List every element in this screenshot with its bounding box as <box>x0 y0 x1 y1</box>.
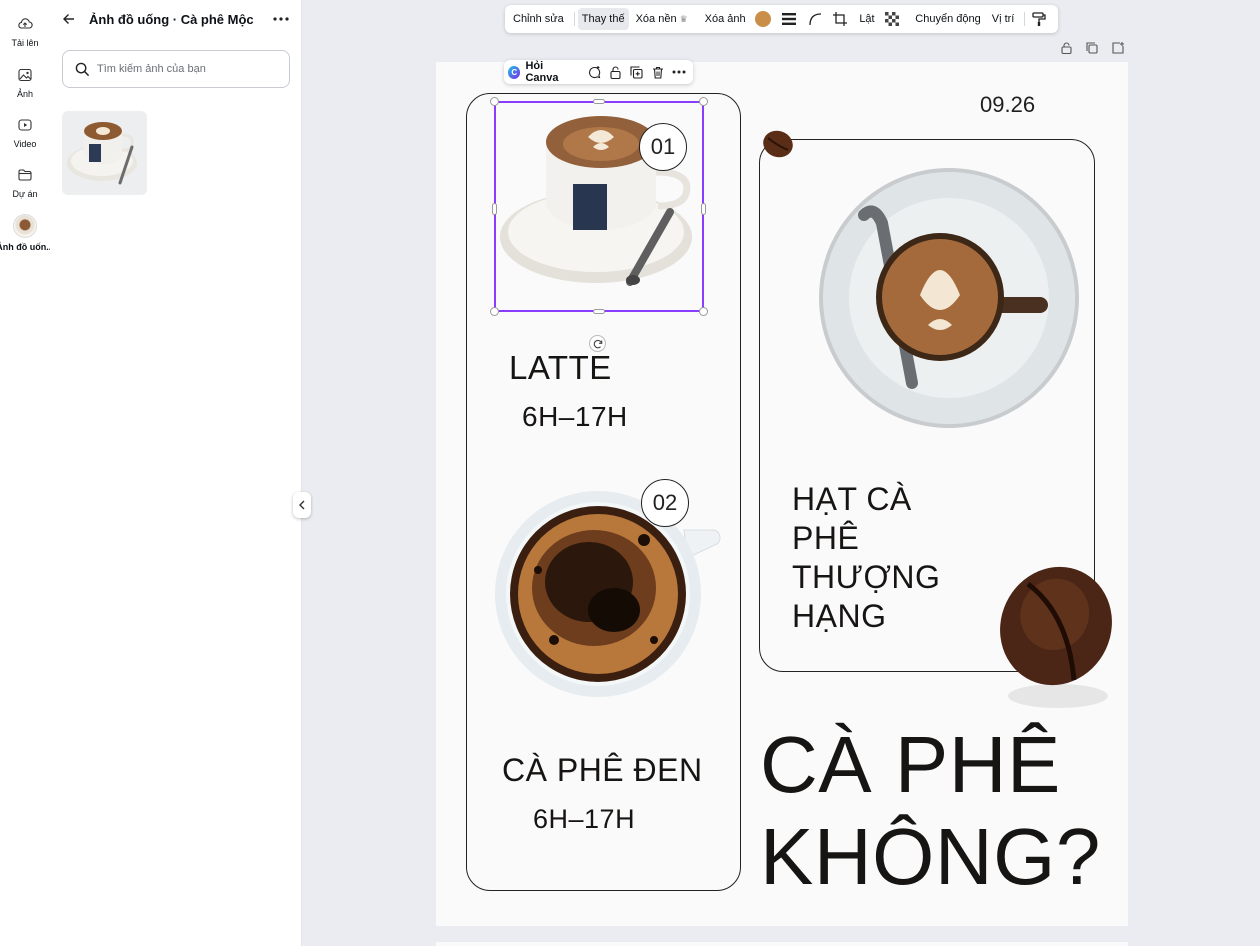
corner-rounding-icon[interactable] <box>804 8 826 30</box>
resize-handle-bl[interactable] <box>490 307 499 316</box>
ask-canva-label: Hỏi Canva <box>525 60 559 84</box>
rail-item-photos[interactable]: Ảnh <box>0 67 50 99</box>
coffee-thumbnail-icon <box>13 214 37 238</box>
rail-label: Dự án <box>12 189 38 199</box>
black-coffee-image[interactable] <box>494 490 726 698</box>
date-text[interactable]: 09.26 <box>980 92 1035 118</box>
headline-line-2: KHÔNG? <box>760 812 1101 901</box>
beans-line-4: HẠNG <box>792 598 887 634</box>
design-page[interactable]: 09.26 01 LATTE 6H–17H 02 CÀ PHÊ ĐEN 6H–1… <box>436 62 1128 926</box>
replace-button[interactable]: Thay thế <box>577 8 629 30</box>
selection-box <box>490 97 708 316</box>
collapse-panel-button[interactable] <box>293 492 311 518</box>
resize-handle-right[interactable] <box>701 203 706 215</box>
item1-name[interactable]: LATTE <box>509 349 612 387</box>
panel-header: Ảnh đồ uống · Cà phê Mộc <box>58 8 293 30</box>
left-rail: Tải lên Ảnh Video Dự án Ảnh đồ uốn... <box>0 0 54 946</box>
beans-line-3: THƯỢNG <box>792 559 941 595</box>
toolbar-divider <box>573 12 575 26</box>
toolbar-divider <box>1024 12 1026 26</box>
color-swatch-button[interactable] <box>753 8 775 30</box>
rail-label: Video <box>13 139 37 149</box>
video-icon <box>18 119 32 131</box>
resize-handle-top[interactable] <box>593 99 605 104</box>
small-coffee-bean-image[interactable] <box>760 126 796 160</box>
cappuccino-top-view-image[interactable] <box>816 165 1082 431</box>
page-actions <box>1058 40 1126 56</box>
duplicate-page-icon[interactable] <box>1084 40 1100 56</box>
edit-button[interactable]: Chỉnh sửa <box>509 8 568 30</box>
add-page-icon[interactable] <box>1110 40 1126 56</box>
context-toolbar: Chỉnh sửa Thay thế Xóa nền ♛ Xóa ảnh Lật… <box>505 5 1058 33</box>
paint-format-icon[interactable] <box>1028 8 1050 30</box>
canva-logo-icon: C <box>508 65 521 79</box>
cloud-upload-icon <box>18 18 33 29</box>
color-swatch <box>755 11 772 27</box>
rail-label: Ảnh <box>16 89 33 99</box>
rail-item-uploads[interactable]: Tải lên <box>0 16 50 48</box>
lock-icon[interactable] <box>606 62 625 82</box>
resize-handle-bottom[interactable] <box>593 309 605 314</box>
headline[interactable]: CÀ PHÊ KHÔNG? <box>760 719 1128 903</box>
crop-icon[interactable] <box>830 8 852 30</box>
large-coffee-bean-image[interactable] <box>994 564 1120 714</box>
ask-canva-button[interactable]: C Hỏi Canva <box>508 60 577 84</box>
item2-name[interactable]: CÀ PHÊ ĐEN <box>502 752 703 789</box>
search-input[interactable] <box>97 63 277 75</box>
headline-line-1: CÀ PHÊ <box>760 720 1061 809</box>
delete-image-button[interactable]: Xóa ảnh <box>701 8 750 30</box>
remove-background-label: Xóa nền <box>635 13 677 25</box>
search-box[interactable] <box>62 50 290 88</box>
badge-02[interactable]: 02 <box>641 479 689 527</box>
image-icon <box>18 68 32 82</box>
element-floating-toolbar: C Hỏi Canva <box>504 60 693 84</box>
more-options-icon[interactable] <box>670 62 689 82</box>
item2-hours[interactable]: 6H–17H <box>533 804 635 835</box>
animate-button[interactable]: Chuyển động <box>911 8 984 30</box>
latte-photo-thumbnail[interactable] <box>62 111 147 195</box>
crown-icon: ♛ <box>679 13 688 24</box>
resize-handle-tl[interactable] <box>490 97 499 106</box>
folder-icon <box>18 169 32 181</box>
next-page-preview[interactable] <box>436 942 1128 946</box>
flip-button[interactable]: Lật <box>855 8 878 30</box>
chevron-left-icon <box>299 500 305 510</box>
duplicate-icon[interactable] <box>627 62 646 82</box>
side-panel: Ảnh đồ uống · Cà phê Mộc <box>50 0 302 946</box>
rail-item-drink-photos[interactable]: Ảnh đồ uốn... <box>0 214 54 252</box>
beans-line-1: HẠT CÀ <box>792 481 912 517</box>
more-options-icon[interactable] <box>269 9 293 29</box>
comment-add-icon[interactable] <box>585 62 604 82</box>
remove-background-button[interactable]: Xóa nền ♛ <box>632 8 692 30</box>
search-icon <box>75 62 90 76</box>
border-style-icon[interactable] <box>778 8 800 30</box>
item1-hours[interactable]: 6H–17H <box>522 401 628 433</box>
resize-handle-left[interactable] <box>492 203 497 215</box>
lock-icon[interactable] <box>1058 40 1074 56</box>
beans-line-2: PHÊ <box>792 520 860 556</box>
resize-handle-tr[interactable] <box>699 97 708 106</box>
back-arrow-icon[interactable] <box>58 8 80 30</box>
rail-item-videos[interactable]: Video <box>0 117 50 149</box>
trash-icon[interactable] <box>649 62 668 82</box>
rail-label: Tải lên <box>11 38 39 48</box>
position-button[interactable]: Vị trí <box>988 8 1019 30</box>
resize-handle-br[interactable] <box>699 307 708 316</box>
rail-label: Ảnh đồ uốn... <box>0 242 54 252</box>
rail-item-projects[interactable]: Dự án <box>0 167 50 199</box>
transparency-icon[interactable] <box>882 8 904 30</box>
beans-heading[interactable]: HẠT CÀ PHÊ THƯỢNG HẠNG <box>792 480 992 636</box>
panel-title: Ảnh đồ uống · Cà phê Mộc <box>89 11 254 27</box>
